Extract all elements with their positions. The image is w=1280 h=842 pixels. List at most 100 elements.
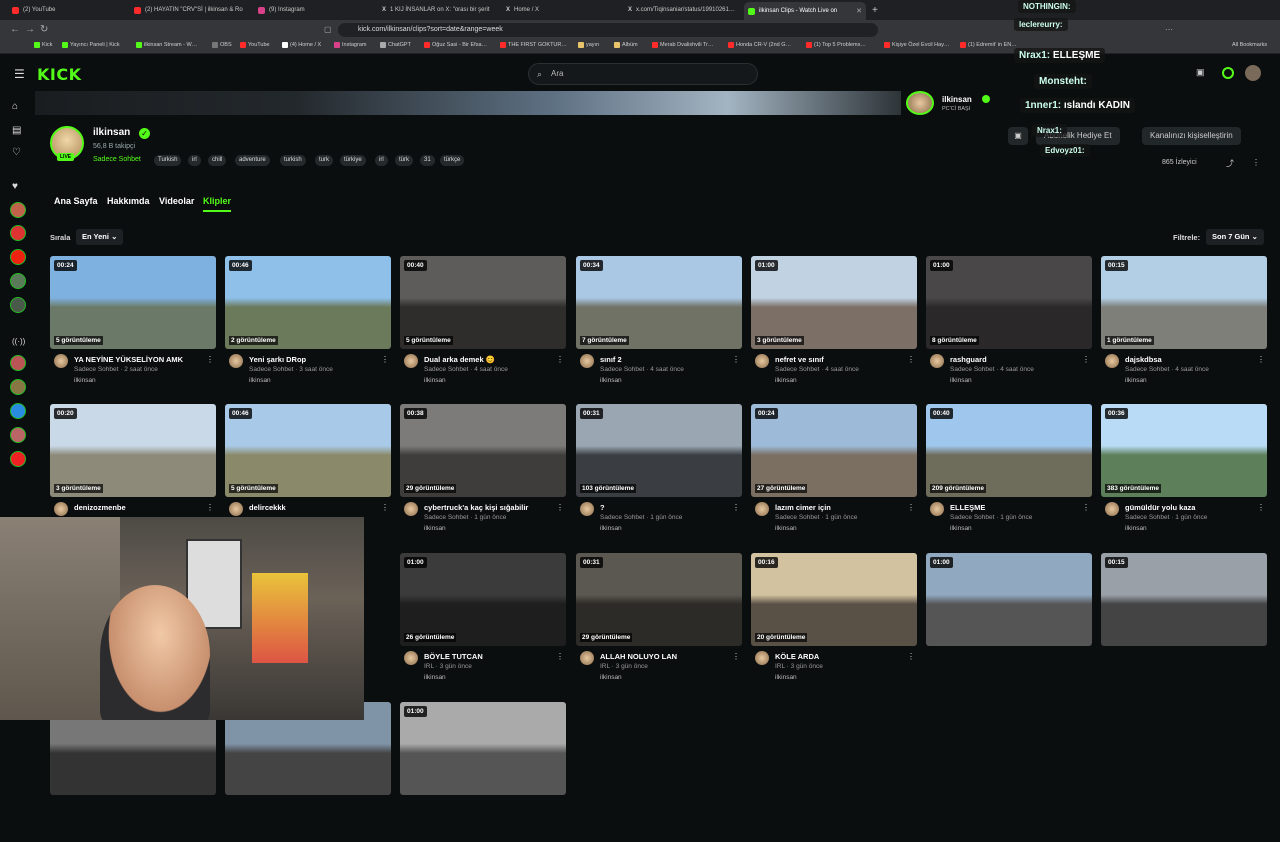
more-icon[interactable]: ⋮ [907,355,915,364]
bookmark-item[interactable]: Oğuz Sasi - Bir Efsa… [424,42,487,48]
clip-thumbnail[interactable]: 00:40 5 görüntüleme [400,256,566,349]
more-icon[interactable]: ⋮ [1082,503,1090,512]
clip-thumbnail[interactable]: 00:46 2 görüntüleme [225,256,391,349]
bookmark-item[interactable]: OBS [212,42,232,48]
followed-channel-avatar[interactable] [10,297,26,313]
clip-title[interactable]: ? [600,503,730,512]
browser-tab[interactable]: Xx.com/Tiqinsaniar/status/19910261… [624,3,742,17]
clip-card[interactable]: 00:15 1 görüntüleme dajskdbsa ⋮ Sadece Sohbe… [1101,256,1267,396]
reload-icon[interactable]: ↻ [40,24,48,35]
clip-channel[interactable]: ilkinsan [74,377,96,384]
clip-title[interactable]: YA NEYİNE YÜKSELİYON AMK [74,355,204,364]
clip-channel[interactable]: ilkinsan [424,674,446,681]
search-input[interactable]: ⌕ Ara [528,63,758,85]
browser-tab[interactable]: (9) Instagram [254,3,364,17]
clip-thumbnail[interactable]: 01:00 26 görüntüleme [400,553,566,646]
clip-thumbnail[interactable]: 00:16 20 görüntüleme [751,553,917,646]
clip-card[interactable]: 00:34 7 görüntüleme sınıf 2 ⋮ Sadece Sohbet … [576,256,742,396]
bookmark-item[interactable]: (1) Edremit' in EN… [960,42,1017,48]
clip-channel[interactable]: ilkinsan [600,377,622,384]
avatar[interactable] [580,354,594,368]
clip-thumbnail[interactable]: 00:31 29 görüntüleme [576,553,742,646]
clip-title[interactable]: Dual arka demek 😊 [424,355,554,364]
clip-channel[interactable]: ilkinsan [600,525,622,532]
clip-title[interactable]: nefret ve sınıf [775,355,905,364]
clip-title[interactable]: dajskdbsa [1125,355,1255,364]
browser-tab[interactable]: X Home / X [502,3,622,17]
more-icon[interactable]: ⋮ [1257,503,1265,512]
recommended-channel-avatar[interactable] [10,427,26,443]
followed-channel-avatar[interactable] [10,249,26,265]
avatar[interactable] [755,651,769,665]
bookmark-item[interactable]: YouTube [240,42,270,48]
browser-tab[interactable]: (2) YouTube [8,3,128,17]
tab-home[interactable]: Ana Sayfa [54,196,98,206]
channel-category[interactable]: Sadece Sohbet [93,156,141,163]
clip-channel[interactable]: ilkinsan [950,377,972,384]
clip-title[interactable]: Yeni şarkı DRop [249,355,379,364]
sort-select[interactable]: En Yeni ⌄ [76,229,124,245]
more-icon[interactable]: ⋮ [206,503,214,512]
tag[interactable]: Turkish [154,155,182,166]
clip-title[interactable]: denizozmenbe [74,503,204,512]
clip-card[interactable]: 01:00 8 görüntüleme rashguard ⋮ Sadece Sohbe… [926,256,1092,396]
avatar[interactable] [229,354,243,368]
avatar[interactable] [229,502,243,516]
bookmark-item[interactable]: Honda CR-V (2nd G… [728,42,791,48]
avatar[interactable] [580,502,594,516]
followed-channel-avatar[interactable] [10,273,26,289]
browser-tab[interactable]: X1 KIJ İNSANLAR on X: "orası bir şerit [378,3,498,17]
tag[interactable]: turk [315,155,334,166]
more-icon[interactable]: ⋮ [556,652,564,661]
tag[interactable]: türk [395,155,414,166]
tag[interactable]: irl [188,155,201,166]
more-icon[interactable]: ⋮ [907,503,915,512]
browser-tab[interactable]: (2) HAYATIN "CRV"Sİ | ilkinsan & Ro [130,3,250,17]
bookmark-item[interactable]: (4) Home / X [282,42,321,48]
menu-icon[interactable]: ☰ [14,67,25,81]
tab-videos[interactable]: Videolar [159,196,194,206]
clip-card[interactable]: 00:16 20 görüntüleme KÖLE ARDA ⋮ IRL · 3 gün… [751,553,917,693]
clip-channel[interactable]: ilkinsan [1125,377,1147,384]
clip-title[interactable]: lazım cimer için [775,503,905,512]
more-icon[interactable]: ⋮ [1082,355,1090,364]
clip-title[interactable]: ALLAH NOLUYO LAN [600,652,730,661]
bookmark-item[interactable]: ChatGPT [380,42,411,48]
recommended-channel-avatar[interactable] [10,451,26,467]
bookmark-item[interactable]: Albüm [614,42,638,48]
more-icon[interactable]: ⋮ [732,652,740,661]
tag[interactable]: turkish [280,155,306,166]
clip-title[interactable]: ELLEŞME [950,503,1080,512]
followed-channel-avatar[interactable] [10,202,26,218]
bookmark-item[interactable]: Merab Dvalishvili Tr… [652,42,713,48]
browser-tab-active[interactable]: ilkinsan Clips - Watch Live on ✕ [744,2,866,20]
clip-thumbnail[interactable]: 00:15 [1101,553,1267,646]
filter-select[interactable]: Son 7 Gün ⌄ [1206,229,1264,245]
clip-card[interactable]: 00:40 209 görüntüleme ELLEŞME ⋮ Sadece Sohbe… [926,404,1092,544]
clip-thumbnail[interactable]: 00:24 5 görüntüleme [50,256,216,349]
tag[interactable]: adventure [235,155,270,166]
clip-card[interactable]: 01:00 3 görüntüleme nefret ve sınıf ⋮ Sadece… [751,256,917,396]
clip-title[interactable]: KÖLE ARDA [775,652,905,661]
avatar[interactable] [404,502,418,516]
avatar[interactable] [580,651,594,665]
avatar[interactable] [1105,502,1119,516]
more-icon[interactable]: ⋮ [556,503,564,512]
live-mini-player[interactable]: ilkinsan PC'Cİ BAŞI [906,91,1006,115]
back-icon[interactable]: ← [10,24,20,35]
bookmark-item[interactable]: Instagram [334,42,366,48]
recommended-channel-avatar[interactable] [10,355,26,371]
clip-title[interactable]: sınıf 2 [600,355,730,364]
bookmark-item[interactable]: (1) Top 5 Problems… [806,42,866,48]
clip-card[interactable]: 01:00 26 görüntüleme BÖYLE TUTCAN ⋮ IRL · 3 … [400,553,566,693]
clip-title[interactable]: delircekkk [249,503,379,512]
clip-card[interactable]: 00:24 5 görüntüleme YA NEYİNE YÜKSELİYON A… [50,256,216,396]
following-icon[interactable]: ♡ [12,147,21,158]
clip-channel[interactable]: ilkinsan [1125,525,1147,532]
clip-card[interactable]: 00:46 2 görüntüleme Yeni şarkı DRop ⋮ Sadece… [225,256,391,396]
clip-thumbnail[interactable]: 00:38 29 görüntüleme [400,404,566,497]
avatar[interactable] [54,354,68,368]
more-icon[interactable]: ⋮ [206,355,214,364]
clip-thumbnail[interactable]: 00:20 3 görüntüleme [50,404,216,497]
bookmark-item[interactable]: yayın [578,42,599,48]
